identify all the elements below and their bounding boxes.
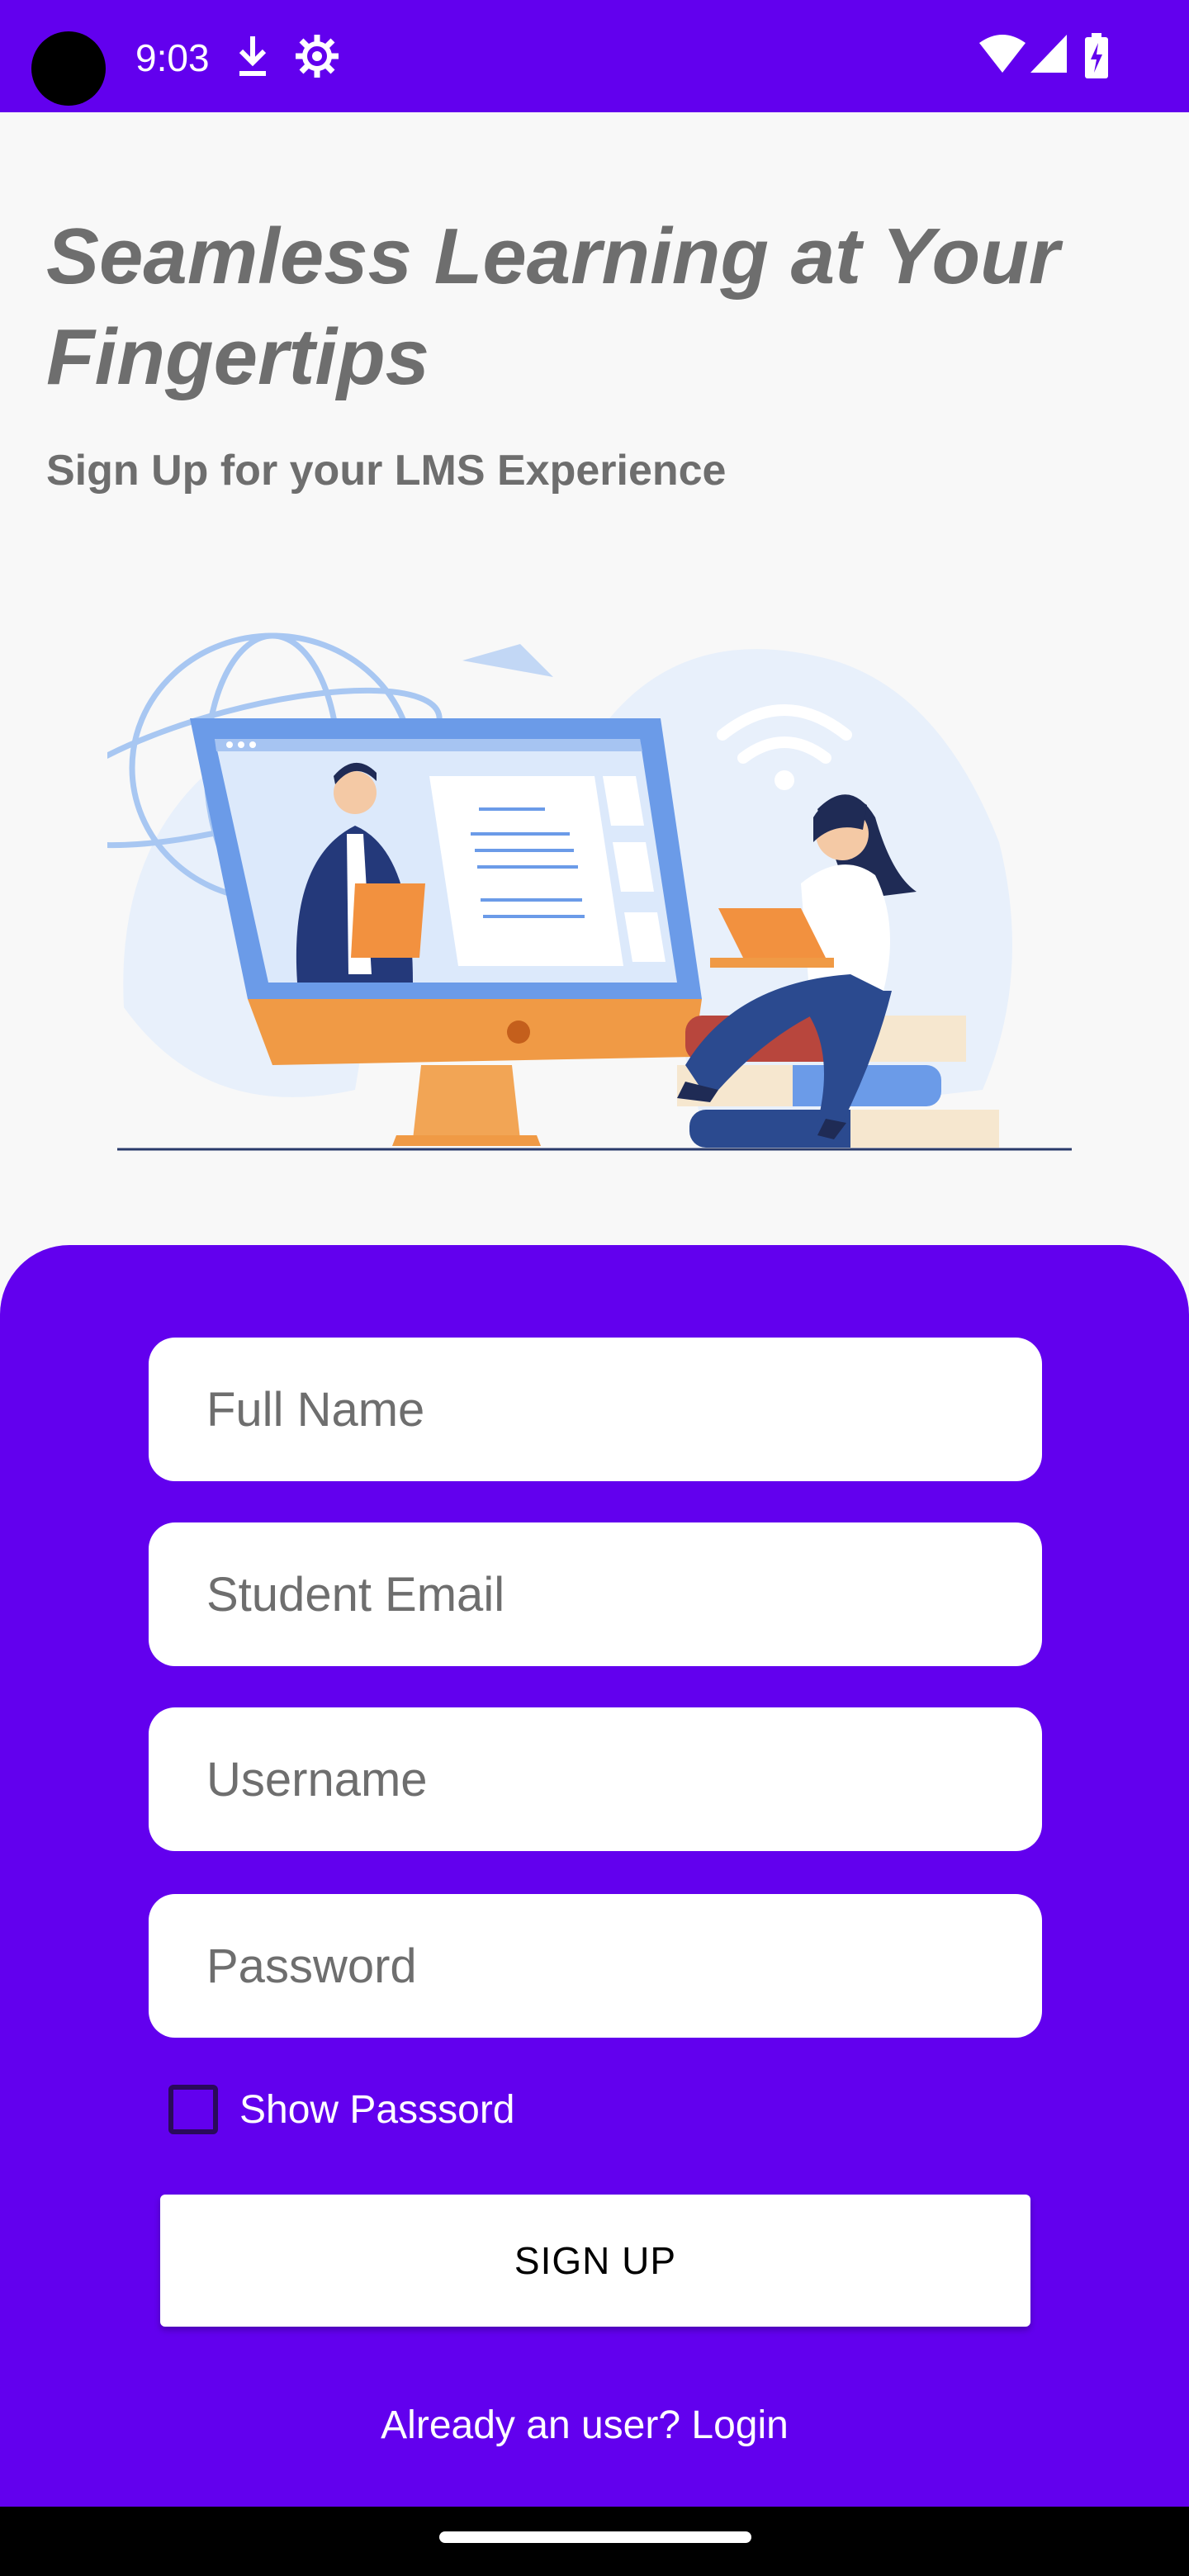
show-password-row[interactable]: Show Passsord xyxy=(168,2082,515,2137)
status-time: 9:03 xyxy=(135,36,210,79)
username-input[interactable] xyxy=(149,1707,1042,1851)
system-navigation-bar xyxy=(0,2507,1189,2576)
page-title: Seamless Learning at Your Fingertips xyxy=(46,212,1060,401)
show-password-label[interactable]: Show Passsord xyxy=(239,2087,515,2133)
home-gesture-handle[interactable] xyxy=(439,2531,751,2543)
student-email-input[interactable] xyxy=(149,1522,1042,1666)
battery-icon xyxy=(1085,33,1108,78)
login-link[interactable]: Already an user? Login xyxy=(0,2403,1169,2448)
signal-icon xyxy=(1030,35,1067,73)
settings-gear-icon xyxy=(296,35,339,78)
camera-cutout xyxy=(31,31,106,106)
page-subtitle: Sign Up for your LMS Experience xyxy=(46,447,727,495)
wifi-icon xyxy=(979,35,1026,73)
sign-up-button[interactable]: SIGN UP xyxy=(160,2195,1030,2327)
status-bar: 9:03 xyxy=(0,0,1189,112)
learning-illustration xyxy=(107,632,1072,1151)
password-input[interactable] xyxy=(149,1894,1042,2038)
full-name-input[interactable] xyxy=(149,1338,1042,1481)
show-password-checkbox[interactable] xyxy=(168,2085,218,2134)
download-icon xyxy=(239,36,267,76)
